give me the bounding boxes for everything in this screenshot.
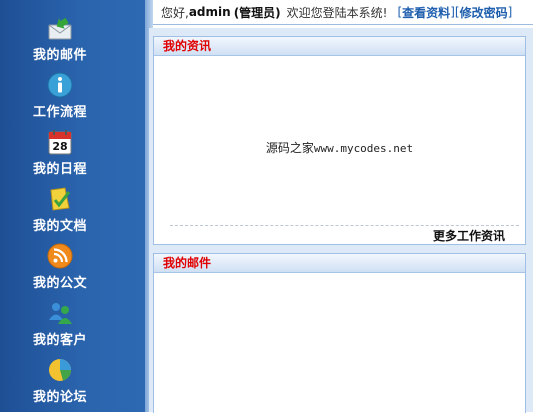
nav-my-forum[interactable]: 我的论坛 xyxy=(0,357,120,409)
rss-icon xyxy=(47,243,73,269)
change-password-link[interactable]: 修改密码 xyxy=(460,4,508,21)
document-icon xyxy=(47,186,73,212)
nav-label: 我的论坛 xyxy=(32,390,87,405)
mail-icon xyxy=(47,15,73,41)
nav-workflow[interactable]: 工作流程 xyxy=(0,72,120,124)
nav-my-customers[interactable]: 我的客户 xyxy=(0,300,120,352)
my-mail-panel: 我的邮件 xyxy=(153,253,526,413)
greeting-text: 您好, xyxy=(161,5,189,20)
calendar-day: 28 xyxy=(52,139,68,153)
panel-title: 我的资讯 xyxy=(154,37,525,56)
divider xyxy=(170,225,519,226)
watermark-cn: 源码之家 xyxy=(265,141,314,155)
nav-label: 我的公文 xyxy=(32,276,87,291)
nav-my-official-docs[interactable]: 我的公文 xyxy=(0,243,120,295)
nav-label: 工作流程 xyxy=(32,105,87,120)
bracket-close: ] xyxy=(507,5,513,19)
username: admin xyxy=(188,5,231,19)
pie-icon xyxy=(47,357,73,383)
nav-label: 我的邮件 xyxy=(32,48,87,63)
more-news-link[interactable]: 更多工作资讯 xyxy=(433,227,505,244)
user-role: (管理员) xyxy=(233,5,281,20)
panel-title: 我的邮件 xyxy=(154,254,525,273)
nav-label: 我的客户 xyxy=(32,333,87,348)
bracket-sep: ][ xyxy=(450,5,460,19)
calendar-icon: 28 xyxy=(47,129,73,155)
welcome-text: 欢迎您登陆本系统! xyxy=(286,5,388,20)
nav-label: 我的文档 xyxy=(32,219,87,234)
header-bar: 您好, admin (管理员) 欢迎您登陆本系统! [ 查看资料 ][ 修改密码… xyxy=(153,0,533,25)
nav-label: 我的日程 xyxy=(32,162,87,177)
view-profile-link[interactable]: 查看资料 xyxy=(402,4,450,21)
nav-my-documents[interactable]: 我的文档 xyxy=(0,186,120,238)
watermark-text: 源码之家www.mycodes.net xyxy=(154,139,525,156)
info-icon xyxy=(47,72,73,98)
users-icon xyxy=(47,300,73,326)
watermark-url: www.mycodes.net xyxy=(313,142,414,155)
nav-my-schedule[interactable]: 28 我的日程 xyxy=(0,129,120,181)
nav-my-mail[interactable]: 我的邮件 xyxy=(0,15,120,67)
my-news-panel: 我的资讯 源码之家www.mycodes.net 更多工作资讯 xyxy=(153,36,526,245)
sidebar: 我的邮件 工作流程 28 我的日程 我的文档 我的公文 我的客户 我的论坛 xyxy=(0,0,145,412)
